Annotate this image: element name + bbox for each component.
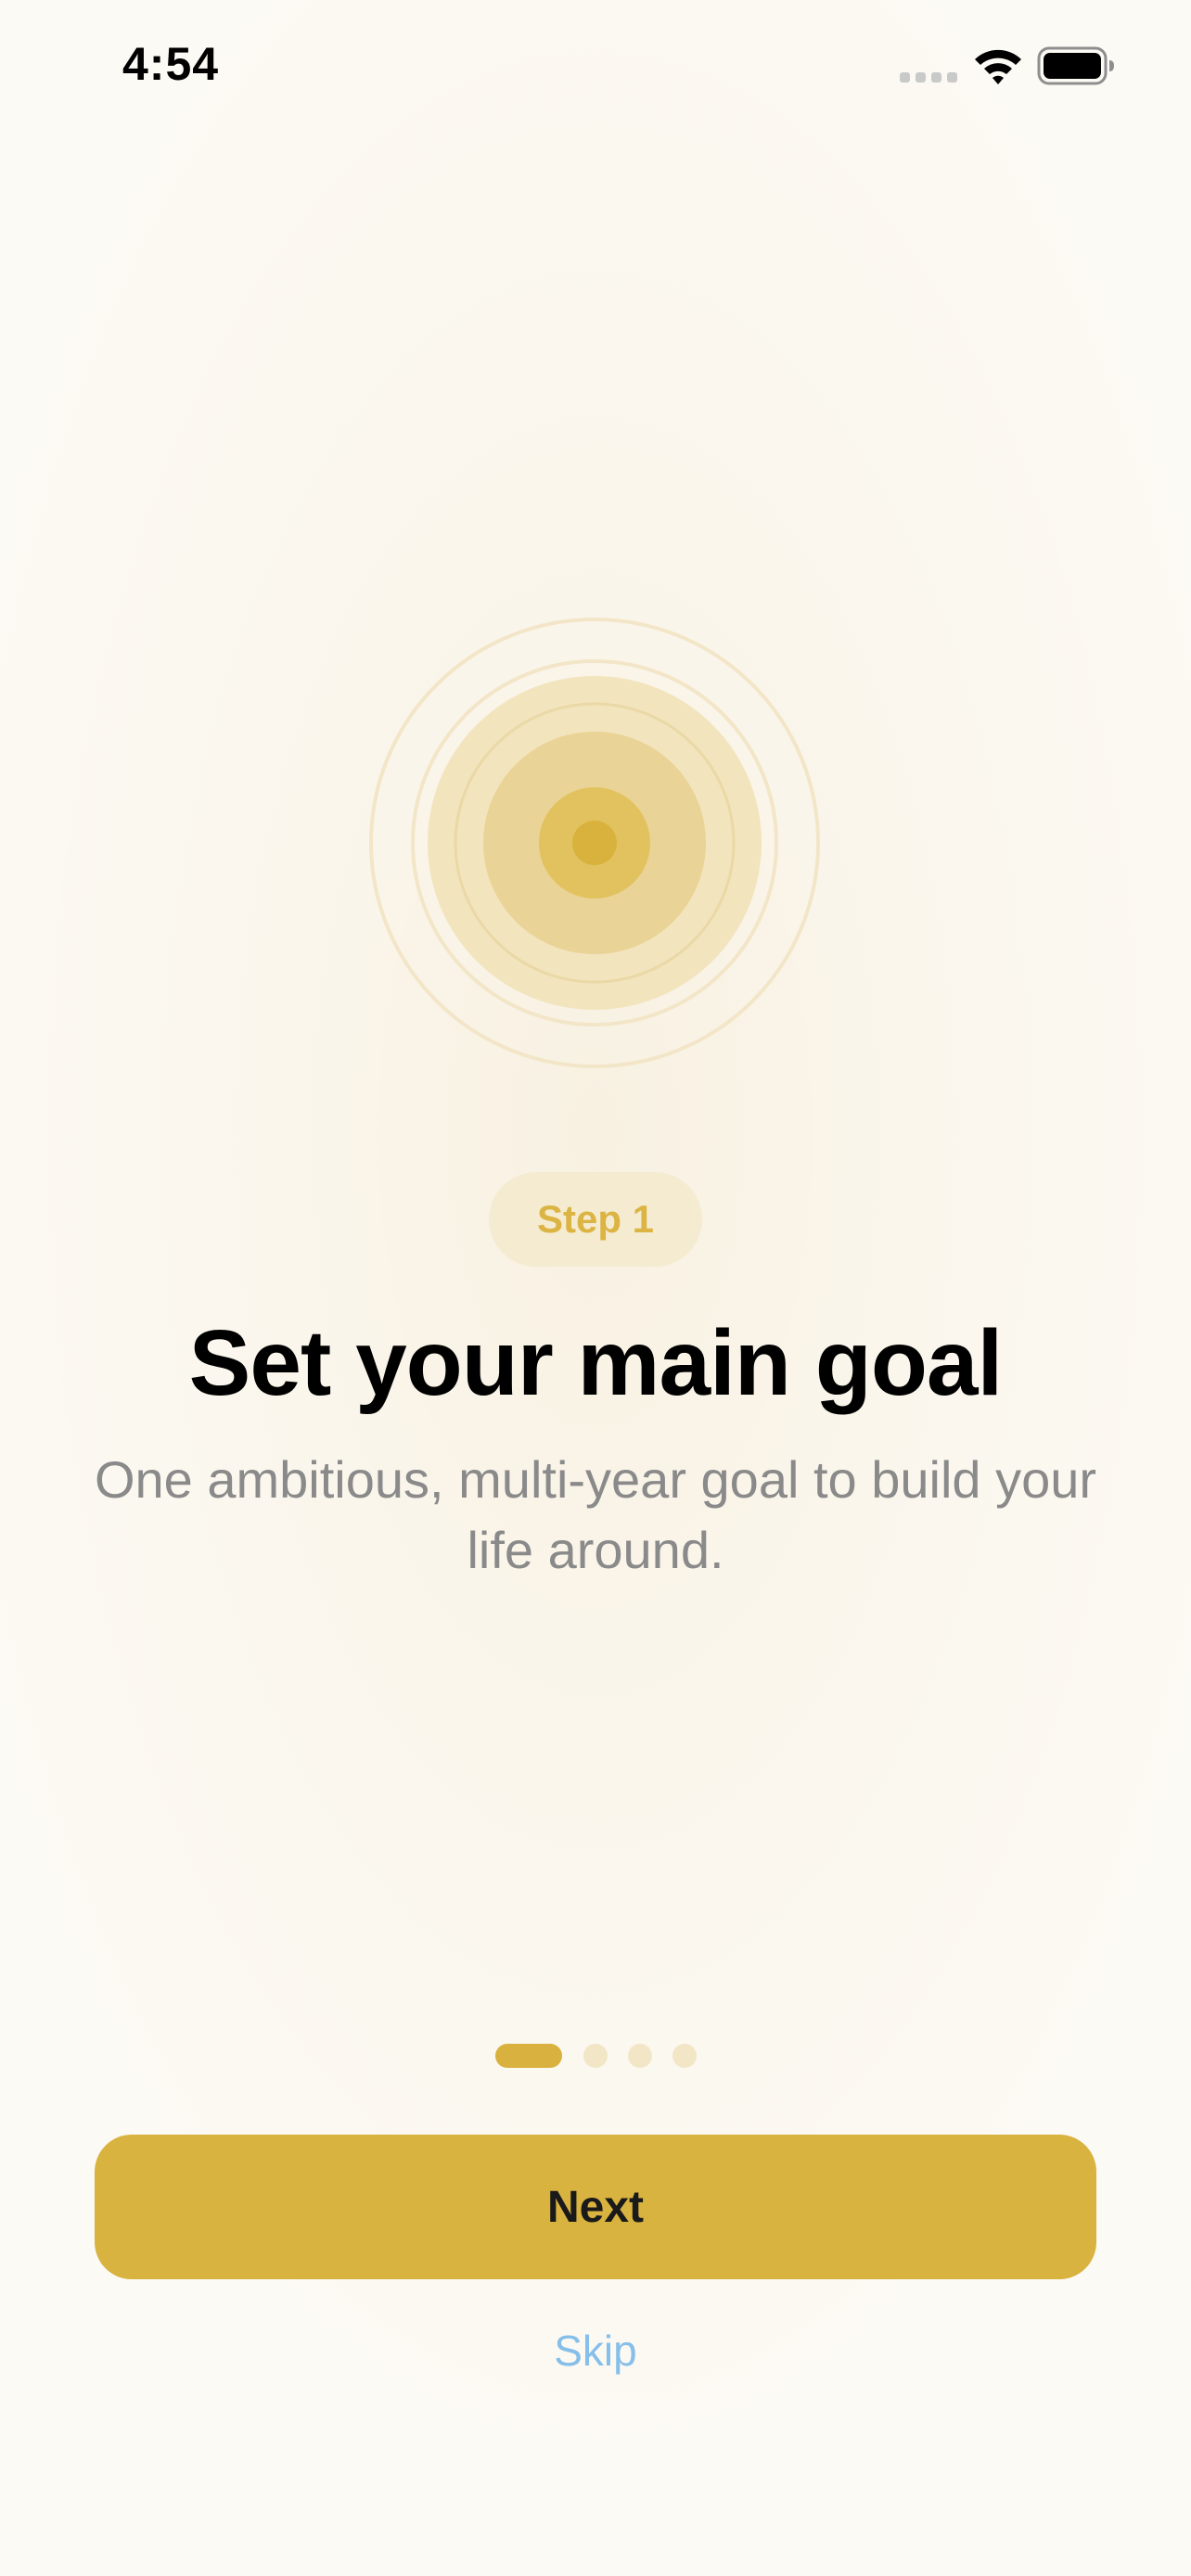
status-time: 4:54 (122, 38, 220, 90)
page-dot (628, 2044, 652, 2068)
page-dot (583, 2044, 608, 2068)
cellular-signal-icon (900, 72, 957, 83)
wifi-icon (972, 45, 1024, 87)
page-subtitle: One ambitious, multi-year goal to build … (94, 1450, 1097, 1579)
page-dot (672, 2044, 697, 2068)
target-icon (369, 618, 820, 1068)
page-dot-active (495, 2044, 562, 2068)
step-badge: Step 1 (489, 1172, 702, 1267)
battery-icon (1037, 46, 1115, 85)
skip-link[interactable]: Skip (0, 2326, 1191, 2376)
page-indicator (0, 2044, 1191, 2068)
page-title: Set your main goal (188, 1311, 1004, 1415)
next-button[interactable]: Next (95, 2135, 1096, 2279)
